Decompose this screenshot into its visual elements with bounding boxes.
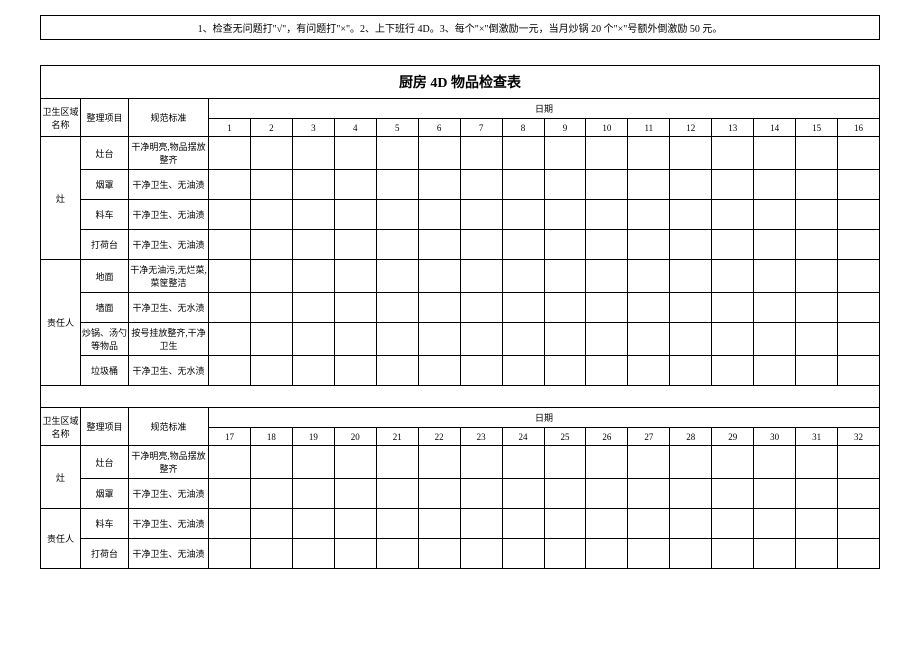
header-standard: 规范标准 <box>129 408 209 446</box>
area-label-zao: 灶 <box>41 446 81 509</box>
table-row: 垃圾桶 干净卫生、无水渍 <box>41 356 880 386</box>
day-col: 4 <box>334 119 376 137</box>
day-col: 25 <box>544 428 586 446</box>
day-col: 28 <box>670 428 712 446</box>
day-col: 22 <box>418 428 460 446</box>
day-col: 29 <box>712 428 754 446</box>
day-col: 15 <box>796 119 838 137</box>
inspection-table: 厨房 4D 物品检查表 卫生区域名称 整理项目 规范标准 日期 1 2 3 4 … <box>40 65 880 569</box>
day-col: 12 <box>670 119 712 137</box>
std-cell: 干净卫生、无油渍 <box>129 230 209 260</box>
header-date: 日期 <box>209 408 880 428</box>
day-col: 20 <box>334 428 376 446</box>
item-cell: 灶台 <box>81 446 129 479</box>
day-col: 24 <box>502 428 544 446</box>
day-col: 7 <box>460 119 502 137</box>
day-col: 31 <box>796 428 838 446</box>
header-area: 卫生区域名称 <box>41 99 81 137</box>
item-cell: 烟罩 <box>81 479 129 509</box>
table-row: 炒锅、汤勺等物品 按号挂放整齐,干净卫生 <box>41 323 880 356</box>
table-row: 责任人 料车 干净卫生、无油渍 <box>41 509 880 539</box>
header-standard: 规范标准 <box>129 99 209 137</box>
day-col: 8 <box>502 119 544 137</box>
day-col: 14 <box>754 119 796 137</box>
area-label-person: 责任人 <box>41 509 81 569</box>
std-cell: 按号挂放整齐,干净卫生 <box>129 323 209 356</box>
std-cell: 干净明亮,物品摆放整齐 <box>129 137 209 170</box>
day-col: 2 <box>250 119 292 137</box>
header-date: 日期 <box>209 99 880 119</box>
header-row-2a: 卫生区域名称 整理项目 规范标准 日期 <box>41 408 880 428</box>
day-col: 26 <box>586 428 628 446</box>
day-col: 30 <box>754 428 796 446</box>
item-cell: 打荷台 <box>81 539 129 569</box>
table-row: 灶 灶台 干净明亮,物品摆放整齐 <box>41 446 880 479</box>
item-cell: 垃圾桶 <box>81 356 129 386</box>
spacer-row <box>41 386 880 408</box>
day-col: 17 <box>209 428 251 446</box>
day-col: 9 <box>544 119 586 137</box>
table-row: 打荷台 干净卫生、无油渍 <box>41 230 880 260</box>
day-col: 32 <box>838 428 880 446</box>
header-item: 整理项目 <box>81 408 129 446</box>
std-cell: 干净无油污,无烂菜,菜筐整洁 <box>129 260 209 293</box>
std-cell: 干净卫生、无油渍 <box>129 479 209 509</box>
table-row: 料车 干净卫生、无油渍 <box>41 200 880 230</box>
table-row: 烟罩 干净卫生、无油渍 <box>41 170 880 200</box>
item-cell: 灶台 <box>81 137 129 170</box>
table-title: 厨房 4D 物品检查表 <box>41 66 880 99</box>
item-cell: 烟罩 <box>81 170 129 200</box>
std-cell: 干净卫生、无油渍 <box>129 200 209 230</box>
header-area: 卫生区域名称 <box>41 408 81 446</box>
day-col: 6 <box>418 119 460 137</box>
day-col: 23 <box>460 428 502 446</box>
item-cell: 料车 <box>81 509 129 539</box>
area-label-zao: 灶 <box>41 137 81 260</box>
area-label-person: 责任人 <box>41 260 81 386</box>
day-col: 10 <box>586 119 628 137</box>
instruction-note: 1、检查无问题打"√"，有问题打"×"。2、上下班行 4D。3、每个"×"倒激励… <box>40 15 880 40</box>
table-row: 责任人 地面 干净无油污,无烂菜,菜筐整洁 <box>41 260 880 293</box>
title-row: 厨房 4D 物品检查表 <box>41 66 880 99</box>
day-col: 18 <box>250 428 292 446</box>
std-cell: 干净卫生、无水渍 <box>129 293 209 323</box>
day-col: 13 <box>712 119 754 137</box>
std-cell: 干净卫生、无水渍 <box>129 356 209 386</box>
day-col: 3 <box>292 119 334 137</box>
item-cell: 炒锅、汤勺等物品 <box>81 323 129 356</box>
header-row-1a: 卫生区域名称 整理项目 规范标准 日期 <box>41 99 880 119</box>
std-cell: 干净卫生、无油渍 <box>129 539 209 569</box>
day-col: 27 <box>628 428 670 446</box>
table-row: 灶 灶台 干净明亮,物品摆放整齐 <box>41 137 880 170</box>
day-col: 16 <box>838 119 880 137</box>
std-cell: 干净卫生、无油渍 <box>129 509 209 539</box>
day-col: 1 <box>209 119 251 137</box>
std-cell: 干净明亮,物品摆放整齐 <box>129 446 209 479</box>
table-row: 烟罩 干净卫生、无油渍 <box>41 479 880 509</box>
day-col: 5 <box>376 119 418 137</box>
header-item: 整理项目 <box>81 99 129 137</box>
table-row: 打荷台 干净卫生、无油渍 <box>41 539 880 569</box>
day-col: 21 <box>376 428 418 446</box>
table-row: 墙面 干净卫生、无水渍 <box>41 293 880 323</box>
day-col: 19 <box>292 428 334 446</box>
item-cell: 料车 <box>81 200 129 230</box>
item-cell: 墙面 <box>81 293 129 323</box>
day-col: 11 <box>628 119 670 137</box>
item-cell: 打荷台 <box>81 230 129 260</box>
std-cell: 干净卫生、无油渍 <box>129 170 209 200</box>
item-cell: 地面 <box>81 260 129 293</box>
